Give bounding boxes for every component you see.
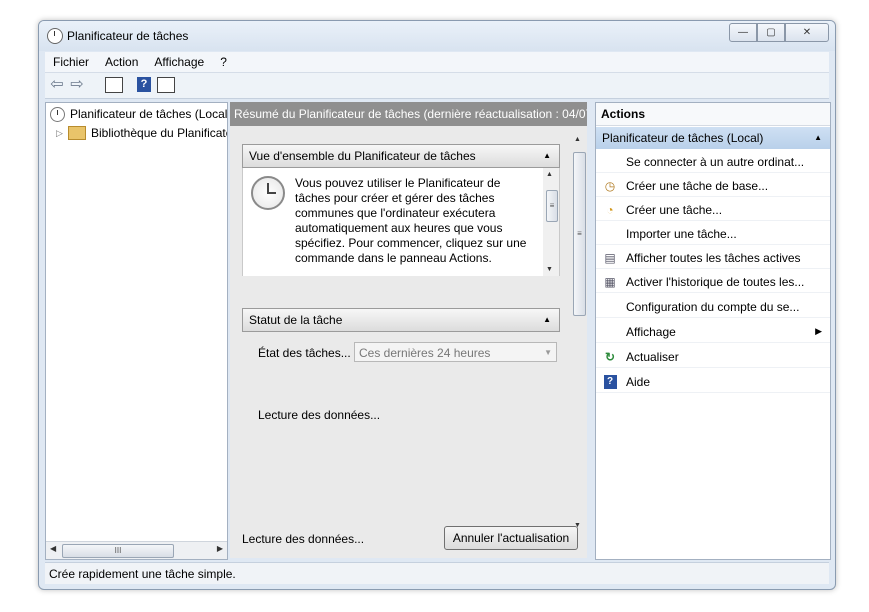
reading-status: Lecture des données... (258, 408, 381, 422)
overview-section-header[interactable]: Vue d'ensemble du Planificateur de tâche… (242, 144, 560, 168)
status-bar: Crée rapidement une tâche simple. (45, 562, 829, 584)
history-icon: ▦ (604, 274, 616, 289)
action-label: Affichage (626, 324, 676, 339)
task-status-body: État des tâches... Ces dernières 24 heur… (242, 332, 560, 532)
folder-icon (68, 126, 86, 140)
action-label: Actualiser (626, 349, 679, 364)
close-button[interactable]: ✕ (785, 23, 829, 42)
overview-scrollbar[interactable]: ▲ ≡ ▼ (543, 168, 559, 276)
action-label: Créer une tâche de base... (626, 178, 769, 193)
actions-group-title: Planificateur de tâches (Local) (602, 131, 764, 145)
cancel-refresh-button[interactable]: Annuler l'actualisation (444, 526, 578, 550)
footer-reading-status: Lecture des données... (242, 532, 365, 546)
action-help[interactable]: ? Aide (596, 371, 830, 393)
scroll-right-icon[interactable]: ▶ (217, 544, 223, 553)
menu-help[interactable]: ? (212, 55, 235, 69)
window-title: Planificateur de tâches (67, 29, 189, 43)
menu-bar: Fichier Action Affichage ? (45, 52, 829, 73)
actions-pane: Actions Planificateur de tâches (Local) … (595, 102, 831, 560)
overview-text: Vous pouvez utiliser le Planificateur de… (295, 176, 527, 265)
task-status-section: Statut de la tâche ▲ État des tâches... … (242, 308, 560, 532)
toolbar: ⇦ ⇨ ? (45, 73, 829, 99)
scroll-down-icon[interactable]: ▼ (546, 266, 553, 273)
overview-section: Vue d'ensemble du Planificateur de tâche… (242, 144, 560, 276)
action-label: Configuration du compte du se... (626, 299, 800, 314)
refresh-icon: ↻ (604, 349, 616, 364)
menu-fichier[interactable]: Fichier (45, 55, 97, 69)
task-state-value: Ces dernières 24 heures (359, 346, 491, 360)
action-import-task[interactable]: Importer une tâche... (596, 223, 830, 245)
clock-app-icon (47, 28, 63, 44)
menu-affichage[interactable]: Affichage (146, 55, 212, 69)
action-show-active-tasks[interactable]: ▤ Afficher toutes les tâches actives (596, 247, 830, 269)
forward-arrow-icon[interactable]: ⇨ (69, 77, 85, 93)
tree-item-root-label: Planificateur de tâches (Local) (70, 107, 228, 121)
scroll-thumb[interactable]: ≡ (573, 152, 586, 316)
overview-title: Vue d'ensemble du Planificateur de tâche… (249, 149, 476, 163)
action-refresh[interactable]: ↻ Actualiser (596, 346, 830, 368)
scroll-thumb[interactable]: III (62, 544, 174, 558)
create-basic-task-icon: ◷ (604, 178, 616, 193)
maximize-button[interactable]: ▢ (757, 23, 785, 42)
console-tree: Planificateur de tâches (Local) ▷ Biblio… (45, 102, 228, 560)
center-scrollbar[interactable]: ▲ ≡ ▼ (571, 132, 587, 533)
window-controls: — ▢ ✕ (729, 23, 829, 42)
title-bar: Planificateur de tâches — ▢ ✕ (39, 21, 835, 51)
action-service-account-config[interactable]: Configuration du compte du se... (596, 296, 830, 318)
back-arrow-icon[interactable]: ⇦ (49, 77, 65, 93)
clock-icon (50, 106, 65, 122)
scroll-up-icon[interactable]: ▲ (574, 136, 581, 143)
task-status-section-header[interactable]: Statut de la tâche ▲ (242, 308, 560, 332)
submenu-arrow-icon: ▶ (815, 326, 822, 336)
action-label: Activer l'historique de toutes les... (626, 274, 805, 289)
show-hide-action-pane-icon[interactable] (157, 77, 175, 93)
horizontal-scrollbar[interactable]: ◀ III ▶ (46, 541, 227, 559)
expand-arrow-icon[interactable]: ▷ (56, 128, 64, 139)
active-tasks-icon: ▤ (604, 250, 616, 265)
action-label: Se connecter à un autre ordinat... (626, 154, 805, 169)
action-create-task[interactable]: ◔ Créer une tâche... (596, 199, 830, 221)
action-view[interactable]: Affichage ▶ (596, 321, 830, 343)
summary-header: Résumé du Planificateur de tâches (derni… (230, 102, 587, 126)
clock-icon (251, 176, 285, 210)
action-label: Créer une tâche... (626, 202, 723, 217)
create-task-icon: ◔ (606, 202, 614, 217)
app-window: Planificateur de tâches — ▢ ✕ Fichier Ac… (38, 20, 836, 590)
scroll-left-icon[interactable]: ◀ (50, 544, 56, 553)
task-status-title: Statut de la tâche (249, 313, 343, 327)
action-label: Aide (626, 374, 651, 389)
tree-item-library[interactable]: ▷ Bibliothèque du Planificateur de tâche… (56, 124, 227, 142)
action-label: Afficher toutes les tâches actives (626, 250, 801, 265)
menu-action[interactable]: Action (97, 55, 146, 69)
tree-item-library-label: Bibliothèque du Planificateur de tâches (91, 126, 227, 140)
scroll-thumb[interactable]: ≡ (546, 190, 558, 222)
minimize-button[interactable]: — (729, 23, 757, 42)
chevron-down-icon: ▼ (544, 348, 552, 357)
help-icon: ? (602, 374, 618, 390)
show-hide-console-tree-icon[interactable] (105, 77, 123, 93)
actions-header: Actions (596, 103, 830, 126)
collapse-icon[interactable]: ▲ (814, 127, 822, 149)
action-enable-history[interactable]: ▦ Activer l'historique de toutes les... (596, 271, 830, 293)
action-connect[interactable]: Se connecter à un autre ordinat... (596, 151, 830, 173)
tree-item-root[interactable]: Planificateur de tâches (Local) (50, 105, 228, 123)
task-state-label: État des tâches... (258, 346, 351, 360)
overview-body: Vous pouvez utiliser le Planificateur de… (242, 168, 560, 276)
center-pane: Résumé du Planificateur de tâches (derni… (230, 102, 587, 558)
help-icon[interactable]: ? (137, 77, 151, 92)
actions-group-header[interactable]: Planificateur de tâches (Local) ▲ (596, 127, 830, 149)
action-label: Importer une tâche... (626, 226, 737, 241)
collapse-icon[interactable]: ▲ (543, 309, 551, 331)
action-create-basic-task[interactable]: ◷ Créer une tâche de base... (596, 175, 830, 197)
task-state-select[interactable]: Ces dernières 24 heures ▼ (354, 342, 557, 362)
collapse-icon[interactable]: ▲ (543, 145, 551, 167)
scroll-up-icon[interactable]: ▲ (546, 171, 553, 178)
